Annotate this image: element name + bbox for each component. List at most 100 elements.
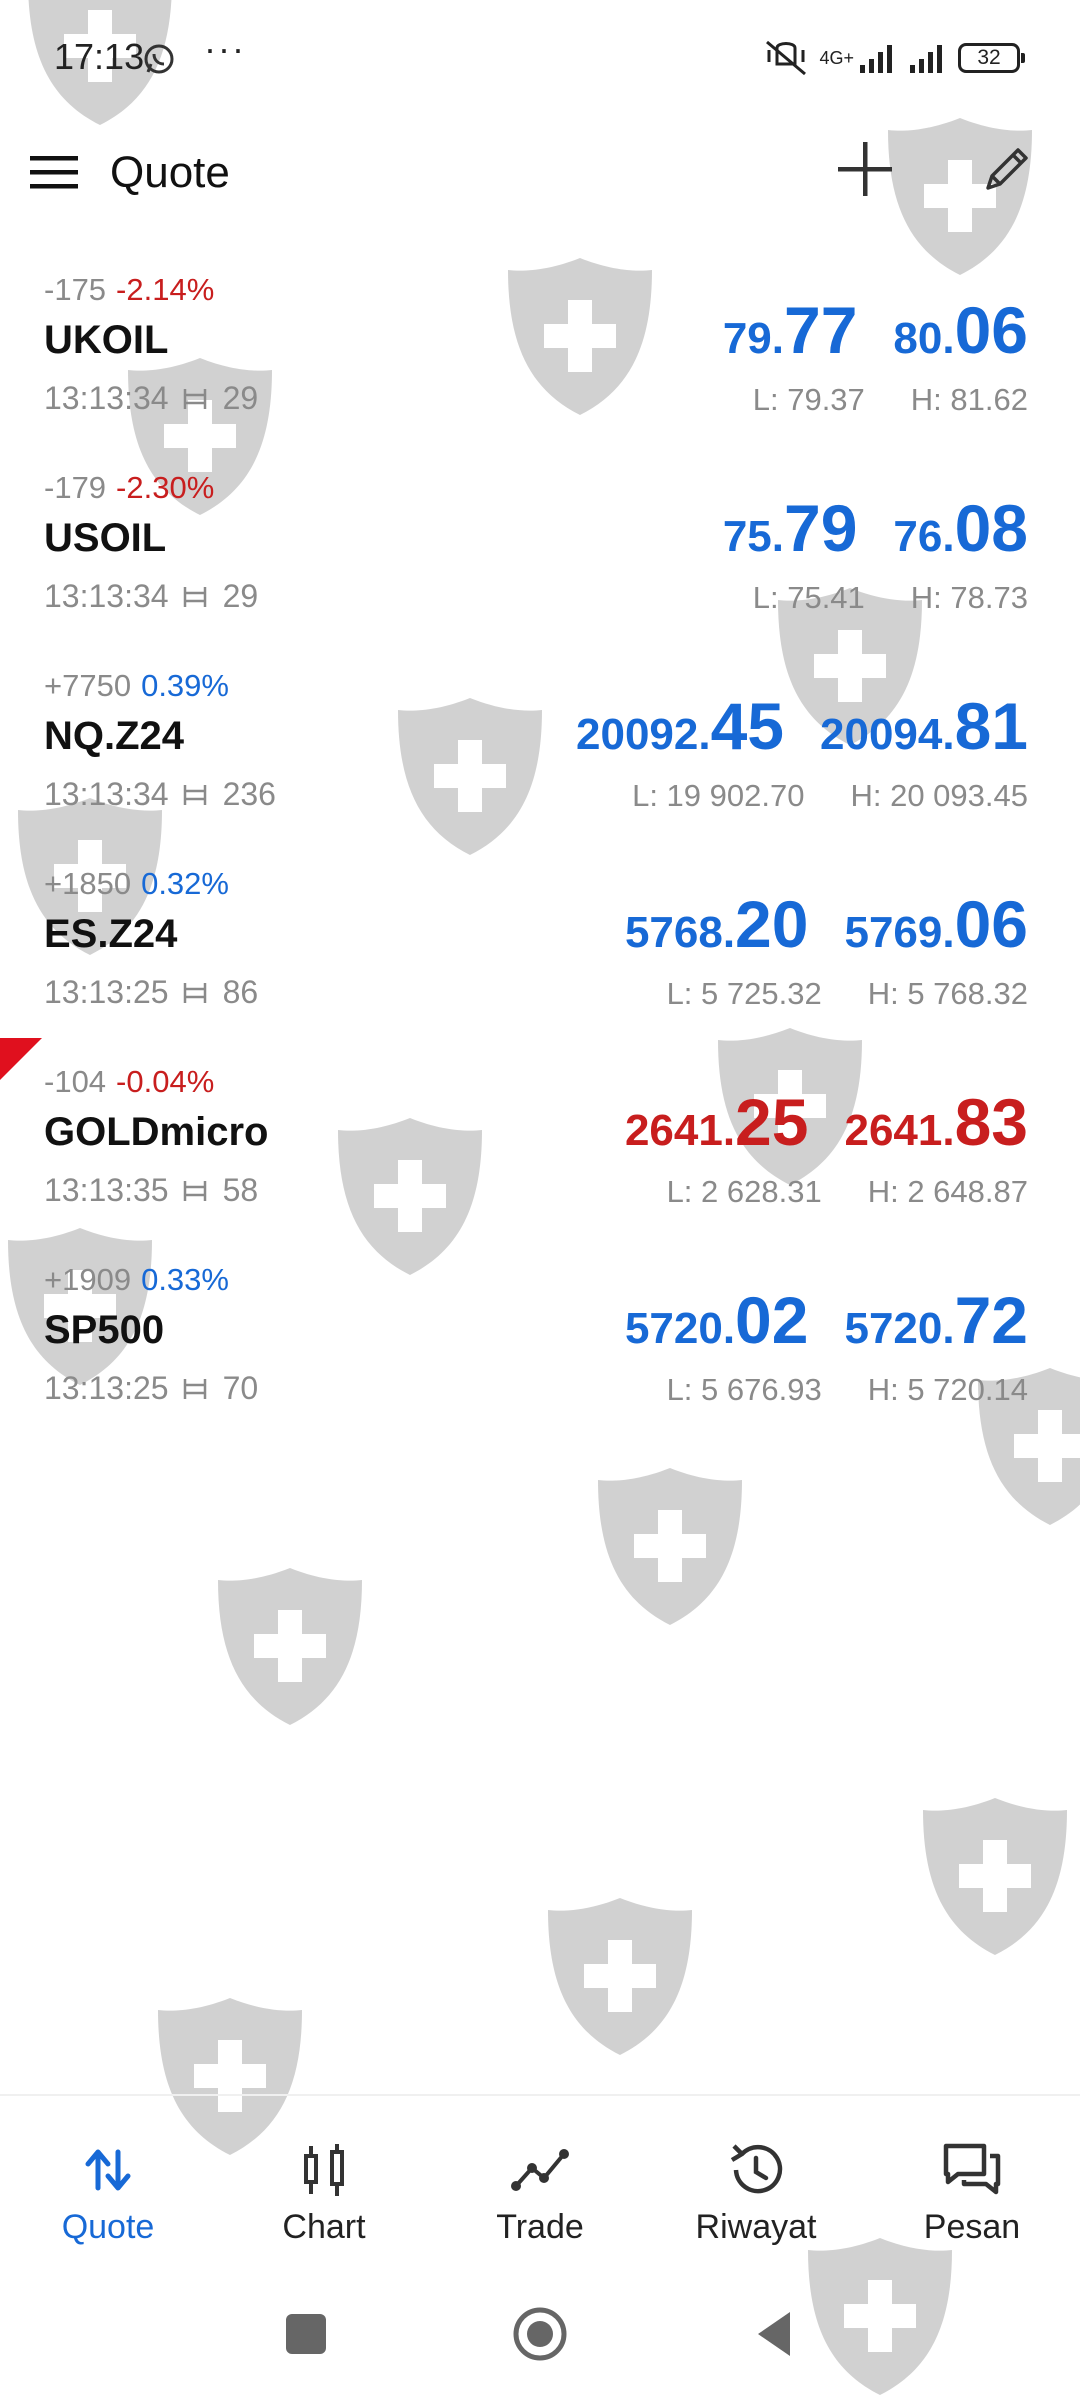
quote-time: 13:13:34: [44, 776, 169, 812]
signal-icon: [910, 45, 942, 73]
menu-icon[interactable]: [28, 146, 80, 198]
nav-label: Quote: [61, 2208, 155, 2246]
candlestick-icon: [304, 2144, 344, 2196]
quote-row[interactable]: +7750 0.39% NQ.Z24 13:13:34 236 20092.45 …: [0, 654, 1080, 852]
ask-price-pips: 06: [954, 887, 1028, 961]
spread-value: 29: [222, 380, 259, 416]
bid-price-prefix: 2641.: [624, 1106, 736, 1155]
nav-label: Pesan: [923, 2208, 1021, 2246]
ask-price-pips: 06: [954, 293, 1028, 367]
spread-icon: [183, 1378, 206, 1399]
system-navigation: [0, 2290, 1080, 2380]
quote-prices: 5768.20 5769.06: [625, 886, 1028, 962]
change-points: -104: [44, 1064, 107, 1099]
symbol-name: SP500: [44, 1308, 165, 1352]
signal-icon: [860, 45, 892, 73]
app-header: Quote: [0, 118, 1080, 228]
quote-change: -179 -2.30%: [44, 470, 214, 506]
change-percent: -2.30%: [116, 470, 215, 505]
ask-price[interactable]: 5769.06: [844, 886, 1028, 962]
low-price: L: 2 628.31: [666, 1174, 822, 1209]
quote-meta: 13:13:34 236: [44, 776, 276, 813]
spread-icon: [183, 1180, 206, 1201]
ask-price-prefix: 20094.: [820, 710, 955, 759]
bid-price-prefix: 75.: [722, 512, 784, 561]
change-percent: 0.39%: [141, 668, 229, 703]
battery-level: 32: [977, 46, 1001, 69]
edit-pencil-icon[interactable]: [978, 140, 1036, 198]
high-price: H: 78.73: [910, 580, 1028, 615]
spread-value: 29: [222, 578, 259, 614]
nav-label: Trade: [496, 2208, 584, 2246]
bid-price-pips: 45: [710, 689, 784, 763]
ask-price-pips: 72: [954, 1283, 1028, 1357]
bid-price[interactable]: 20092.45: [576, 688, 784, 764]
nav-trade[interactable]: Trade: [432, 2096, 648, 2246]
quote-change: +1850 0.32%: [44, 866, 229, 902]
low-price: L: 5 725.32: [666, 976, 822, 1011]
status-bar: 17:13 ··· 4G+ 32: [0, 0, 1080, 118]
bid-price[interactable]: 5720.02: [625, 1282, 809, 1358]
ask-price[interactable]: 2641.83: [844, 1084, 1028, 1160]
symbol-name: ES.Z24: [44, 912, 178, 956]
home-icon[interactable]: [510, 2304, 570, 2364]
quote-list: -175 -2.14% UKOIL 13:13:34 29 79.77 80.06…: [0, 258, 1080, 1446]
low-price: L: 5 676.93: [666, 1372, 822, 1407]
change-percent: -0.04%: [116, 1064, 215, 1099]
low-price: L: 19 902.70: [632, 778, 805, 813]
high-price: H: 5 768.32: [867, 976, 1028, 1011]
quote-prices: 79.77 80.06: [723, 292, 1028, 368]
ask-price-prefix: 80.: [893, 314, 955, 363]
status-more-dots: ···: [204, 28, 246, 69]
add-symbol-icon[interactable]: [834, 138, 896, 200]
ask-price[interactable]: 5720.72: [844, 1282, 1028, 1358]
change-percent: 0.32%: [141, 866, 229, 901]
quote-meta: 13:13:34 29: [44, 578, 258, 615]
battery-icon: 32: [958, 43, 1025, 73]
symbol-name: USOIL: [44, 516, 167, 560]
bid-price[interactable]: 75.79: [723, 490, 858, 566]
ask-price[interactable]: 80.06: [893, 292, 1028, 368]
bid-price-prefix: 79.: [722, 314, 784, 363]
ask-price-pips: 83: [954, 1085, 1028, 1159]
bid-price[interactable]: 79.77: [723, 292, 858, 368]
nav-chart[interactable]: Chart: [216, 2096, 432, 2246]
nav-messages[interactable]: Pesan: [864, 2096, 1080, 2246]
history-icon: [730, 2144, 783, 2194]
low-high: L: 5 725.32 H: 5 768.32: [667, 976, 1028, 1012]
quote-row[interactable]: -179 -2.30% USOIL 13:13:34 29 75.79 76.08…: [0, 456, 1080, 654]
high-price: H: 2 648.87: [867, 1174, 1028, 1209]
bid-price-prefix: 5720.: [624, 1304, 736, 1353]
bid-price-pips: 20: [735, 887, 809, 961]
symbol-name: NQ.Z24: [44, 714, 185, 758]
back-icon[interactable]: [744, 2304, 804, 2364]
quote-row[interactable]: +1850 0.32% ES.Z24 13:13:25 86 5768.20 57…: [0, 852, 1080, 1050]
change-points: -175: [44, 272, 107, 307]
spread-icon: [183, 586, 206, 607]
change-points: +1850: [44, 866, 132, 901]
trend-line-icon: [511, 2149, 569, 2191]
network-type: 4G+: [819, 47, 854, 68]
ask-price-prefix: 5769.: [844, 908, 955, 957]
spread-value: 70: [222, 1370, 259, 1406]
quote-row[interactable]: -104 -0.04% GOLDmicro 13:13:35 58 2641.25…: [0, 1050, 1080, 1248]
quote-row[interactable]: -175 -2.14% UKOIL 13:13:34 29 79.77 80.06…: [0, 258, 1080, 456]
ask-price[interactable]: 20094.81: [820, 688, 1028, 764]
bid-price[interactable]: 2641.25: [625, 1084, 809, 1160]
quote-time: 13:13:34: [44, 380, 169, 416]
low-high: L: 5 676.93 H: 5 720.14: [667, 1372, 1028, 1408]
low-high: L: 19 902.70 H: 20 093.45: [632, 778, 1028, 814]
quote-row[interactable]: +1909 0.33% SP500 13:13:25 70 5720.02 572…: [0, 1248, 1080, 1446]
ask-price-pips: 08: [954, 491, 1028, 565]
nav-history[interactable]: Riwayat: [648, 2096, 864, 2246]
selection-marker: [0, 1038, 42, 1080]
symbol-name: GOLDmicro: [44, 1110, 269, 1154]
nav-quote[interactable]: Quote: [0, 2096, 216, 2246]
low-high: L: 79.37 H: 81.62: [753, 382, 1028, 418]
recent-apps-icon[interactable]: [276, 2304, 336, 2364]
bottom-navigation: Quote Chart Trade Riwayat Pesan: [0, 2094, 1080, 2246]
ask-price[interactable]: 76.08: [893, 490, 1028, 566]
bid-price-pips: 25: [735, 1085, 809, 1159]
low-high: L: 2 628.31 H: 2 648.87: [667, 1174, 1028, 1210]
bid-price[interactable]: 5768.20: [625, 886, 809, 962]
